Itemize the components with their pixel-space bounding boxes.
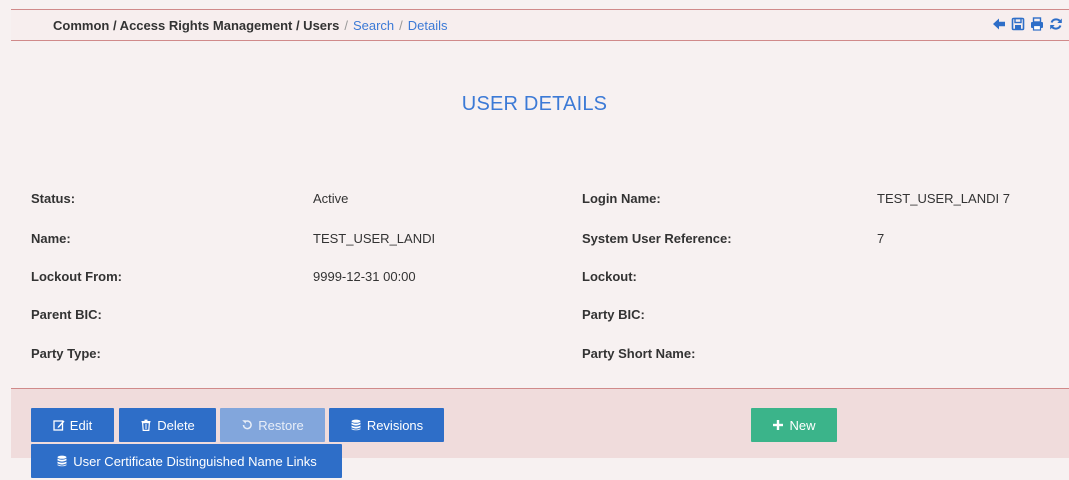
status-label: Status: [31,191,76,206]
login-name-value: TEST_USER_LANDI 7 [877,191,1010,206]
parent-bic-label: Parent BIC: [31,307,102,322]
user-certificate-dn-links-label: User Certificate Distinguished Name Link… [73,453,317,469]
restore-button[interactable]: Restore [220,408,325,442]
refresh-icon[interactable] [1049,17,1063,31]
trash-icon [141,419,151,431]
back-arrow-icon[interactable] [992,17,1006,31]
lockout-label: Lockout: [582,269,637,284]
system-user-reference-value: 7 [877,231,885,246]
print-icon[interactable] [1030,17,1044,31]
new-button-label: New [789,417,816,433]
status-value: Active [313,191,349,206]
restore-icon [242,420,253,430]
edit-button-label: Edit [69,417,93,433]
name-label: Name: [31,231,71,246]
save-icon[interactable] [1011,17,1025,31]
lockout-from-label: Lockout From: [31,269,122,284]
breadcrumb-separator: / [344,18,348,33]
edit-icon [53,420,65,431]
breadcrumb-details-link[interactable]: Details [408,18,448,33]
party-bic-label: Party BIC: [582,307,645,322]
database-icon [351,419,361,431]
database-icon [57,455,67,467]
lockout-from-value: 9999-12-31 00:00 [313,269,416,284]
plus-icon [773,420,784,430]
user-certificate-dn-links-button[interactable]: User Certificate Distinguished Name Link… [31,444,342,478]
breadcrumb-search-link[interactable]: Search [353,18,394,33]
new-button[interactable]: New [751,408,837,442]
party-short-name-label: Party Short Name: [582,346,696,361]
delete-button[interactable]: Delete [119,408,216,442]
system-user-reference-label: System User Reference: [582,231,732,246]
delete-button-label: Delete [157,417,195,433]
edit-button[interactable]: Edit [31,408,114,442]
name-value: TEST_USER_LANDI [313,231,436,246]
restore-button-label: Restore [258,417,304,433]
revisions-button-label: Revisions [366,417,424,433]
breadcrumb-path: Common / Access Rights Management / User… [53,18,340,33]
login-name-label: Login Name: [582,191,661,206]
revisions-button[interactable]: Revisions [329,408,444,442]
breadcrumb-bar: Common / Access Rights Management / User… [11,9,1069,41]
page-title: USER DETAILS [461,93,608,115]
breadcrumb: Common / Access Rights Management / User… [53,18,448,34]
toolbar-icons [992,17,1063,31]
party-type-label: Party Type: [31,346,101,361]
breadcrumb-separator: / [399,18,403,33]
